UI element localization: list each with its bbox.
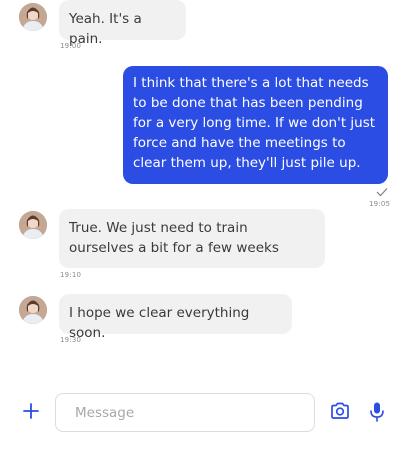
message-text: I hope we clear everything soon.: [69, 305, 250, 341]
microphone-icon[interactable]: [369, 401, 385, 423]
message-time: 19:05: [369, 200, 391, 208]
message-time: 19:10: [60, 271, 82, 279]
message-text: True. We just need to train ourselves a …: [69, 220, 279, 256]
avatar: [19, 296, 47, 324]
message-bubble: Yeah. It's a pain.: [59, 0, 186, 47]
message-input[interactable]: [55, 393, 315, 432]
camera-icon[interactable]: [330, 401, 350, 421]
avatar: [19, 211, 47, 239]
message-bubble: I hope we clear everything soon.: [59, 294, 292, 341]
message-bubble: True. We just need to train ourselves a …: [59, 209, 325, 268]
message-time: 19:30: [60, 336, 82, 344]
check-icon: [376, 188, 388, 197]
avatar: [19, 3, 47, 31]
plus-icon[interactable]: [22, 402, 40, 420]
message-composer: [0, 380, 408, 440]
message-bubble: I think that there's a lot that needs to…: [123, 66, 388, 184]
message-text: I think that there's a lot that needs to…: [133, 75, 376, 171]
message-time: 19:00: [60, 42, 82, 50]
